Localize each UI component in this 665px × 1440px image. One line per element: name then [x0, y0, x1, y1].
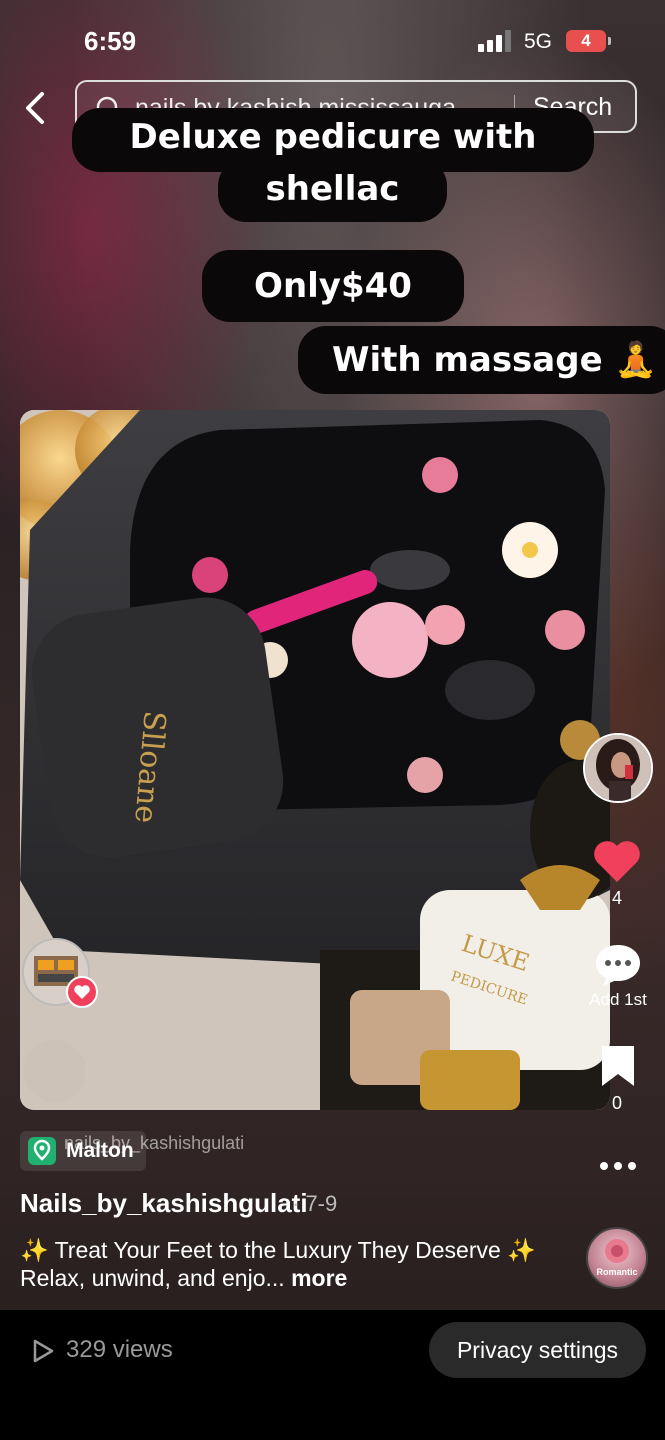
caption-massage: With massage 🧘	[298, 326, 665, 394]
sound-label: Romantic	[596, 1267, 638, 1277]
sound-disc[interactable]: Romantic	[586, 1227, 648, 1289]
bookmark-icon[interactable]	[600, 1044, 636, 1088]
view-count: 329 views	[66, 1336, 173, 1363]
location-pin-glyph	[33, 1139, 51, 1161]
location-pin-icon	[28, 1137, 56, 1165]
like-heart-icon[interactable]	[592, 838, 642, 884]
caption-price: Only$40	[202, 250, 464, 322]
bookmark-count: 0	[611, 1093, 622, 1113]
creator-avatar[interactable]	[583, 733, 653, 803]
network-label: 5G	[524, 30, 553, 53]
post-description[interactable]: ✨ Treat Your Feet to the Luxury They Des…	[20, 1236, 580, 1292]
play-icon	[33, 1339, 54, 1363]
pedicure-scene: Slloane LUXE PEDICURE	[20, 410, 610, 1110]
location-tag[interactable]: Malton	[20, 1131, 146, 1171]
creator-avatar-image	[585, 735, 651, 801]
caption-subtitle: shellac	[218, 158, 447, 222]
pedicure-photo[interactable]: Slloane LUXE PEDICURE	[20, 410, 610, 1110]
signal-icon	[478, 30, 511, 52]
comment-label[interactable]: Add 1st	[580, 990, 656, 1010]
status-bar: 6:59 5G 4	[0, 0, 665, 80]
battery-icon: 4	[566, 30, 606, 52]
description-text: ✨ Treat Your Feet to the Luxury They Des…	[20, 1237, 536, 1291]
battery-tip	[608, 37, 611, 45]
author-name[interactable]: Nails_by_kashishgulati	[20, 1188, 308, 1219]
status-time: 6:59	[84, 26, 137, 56]
mini-heart-icon[interactable]	[66, 976, 98, 1008]
like-count: 4	[611, 888, 622, 908]
location-label: Malton	[66, 1139, 134, 1162]
post-date: · 7-9	[292, 1191, 338, 1216]
back-arrow-icon[interactable]	[20, 90, 50, 126]
privacy-settings-button[interactable]: Privacy settings	[429, 1322, 646, 1378]
mini-heart-glyph	[74, 985, 90, 999]
comment-icon[interactable]	[593, 942, 643, 988]
mini-avatar-faded	[24, 1040, 86, 1102]
rose-icon	[605, 1239, 629, 1263]
more-link[interactable]: more	[291, 1265, 347, 1291]
more-options-icon[interactable]	[598, 1158, 638, 1174]
